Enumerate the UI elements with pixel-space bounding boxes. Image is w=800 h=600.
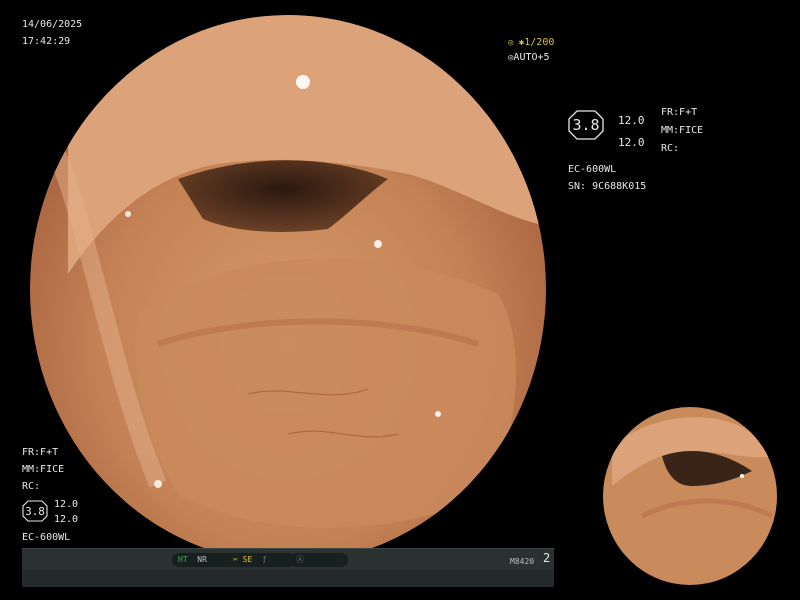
scope-model-right: EC-600WL bbox=[568, 164, 617, 175]
rc-label-left: RC: bbox=[22, 481, 41, 492]
shutter-value: 1/200 bbox=[524, 37, 555, 48]
enhance-level-left: 3.8 bbox=[25, 504, 45, 518]
mm-label-right: MM:FICE bbox=[661, 125, 704, 136]
value-top-left: 12.0 bbox=[54, 499, 79, 510]
code-label: M8420 bbox=[510, 557, 535, 566]
shutter-readout: ◎ ✱1/200 bbox=[508, 37, 554, 49]
mm-label-left: MM:FICE bbox=[22, 464, 65, 475]
rc-label-right: RC: bbox=[661, 143, 680, 154]
enhance-badge-left: 3.8 bbox=[22, 500, 48, 522]
fr-label-left: FR:F+T bbox=[22, 447, 59, 458]
ht-label: HT bbox=[178, 555, 188, 564]
value-bottom-left: 12.0 bbox=[54, 514, 79, 525]
serial-number: SN: 9C688K015 bbox=[568, 181, 647, 192]
circle-a-icon: Ⓐ bbox=[296, 555, 304, 564]
slash-icon: ƒ bbox=[262, 555, 267, 564]
exposure-readout: ◎ AUTO+5 bbox=[508, 52, 550, 64]
nr-label: NR bbox=[197, 555, 207, 564]
scope-model-left: EC-600WL bbox=[22, 532, 71, 543]
enhance-badge-right: 3.8 bbox=[568, 110, 604, 140]
enhance-level-right: 3.8 bbox=[572, 116, 600, 134]
endoscope-main-view bbox=[30, 15, 546, 563]
page-number: 2 bbox=[543, 551, 551, 565]
aperture-icon: ◎ ✱ bbox=[508, 38, 525, 48]
a-indicator: Ⓐ bbox=[290, 553, 348, 567]
se-label: SE bbox=[242, 555, 253, 564]
time-label: 17:42:29 bbox=[22, 36, 71, 47]
scissors-icon: ✂ bbox=[233, 555, 238, 564]
status-bar-lower bbox=[22, 570, 554, 587]
date-label: 14/06/2025 bbox=[22, 19, 83, 30]
value-top-right: 12.0 bbox=[618, 114, 645, 127]
endoscope-pip-view bbox=[603, 407, 777, 585]
fr-label-right: FR:F+T bbox=[661, 107, 698, 118]
exposure-value: AUTO+5 bbox=[513, 52, 550, 63]
status-bar: HT NR ✂ SE ƒ Ⓐ M8420 2 bbox=[22, 548, 554, 587]
value-bottom-right: 12.0 bbox=[618, 136, 645, 149]
